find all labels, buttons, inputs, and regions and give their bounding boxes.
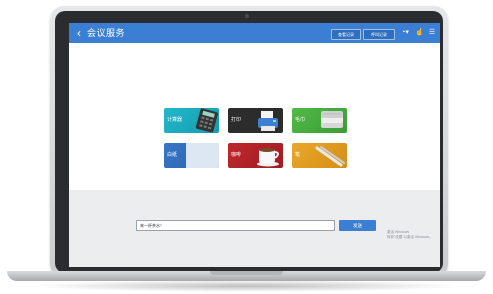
chevron-left-icon[interactable]: ‹: [73, 26, 85, 40]
service-label: 打印: [231, 117, 242, 123]
service-tile-calculator[interactable]: 计算器: [164, 108, 219, 133]
view-records-button[interactable]: 查看记录: [331, 29, 361, 40]
service-tile-pen[interactable]: 笔: [292, 143, 347, 168]
service-label: 毛巾: [295, 117, 306, 123]
touch-icon[interactable]: ☝: [415, 28, 424, 38]
screen: ‹ 会议服务 查看记录 呼叫记录 ◔▾ ☝ ☰ 计算器 打印 毛巾 白纸 咖啡 …: [69, 23, 440, 267]
calculator-icon: [195, 108, 218, 133]
coffee-cup-icon: [257, 148, 279, 167]
message-input[interactable]: 来一杯茶水！: [136, 220, 335, 231]
activation-hint-detail: 转到"设置"以激活 Windows。: [387, 235, 433, 239]
user-dropdown-icon[interactable]: ◔▾: [400, 28, 410, 38]
header-bar: ‹ 会议服务 查看记录 呼叫记录 ◔▾ ☝ ☰: [69, 23, 440, 43]
service-label: 白纸: [167, 152, 178, 158]
call-records-button[interactable]: 呼叫记录: [363, 29, 395, 40]
send-button[interactable]: 发送: [339, 220, 376, 231]
camera-icon: [245, 14, 249, 18]
page-title: 会议服务: [87, 28, 126, 38]
menu-icon[interactable]: ☰: [428, 28, 436, 38]
service-label: 计算器: [167, 117, 183, 123]
pen-icon: [315, 146, 345, 167]
service-tile-coffee[interactable]: 咖啡: [228, 143, 283, 168]
service-tile-towel[interactable]: 毛巾: [292, 108, 347, 133]
service-label: 咖啡: [231, 152, 242, 158]
towel-icon: [321, 111, 343, 128]
paper-icon: [186, 143, 219, 168]
service-label: 笔: [295, 152, 301, 158]
service-tile-paper[interactable]: 白纸: [164, 143, 219, 168]
service-tile-print[interactable]: 打印: [228, 108, 283, 133]
laptop-shadow: [30, 280, 463, 292]
laptop-base-notch: [210, 271, 283, 275]
services-panel: 计算器 打印 毛巾 白纸 咖啡 笔: [69, 43, 440, 190]
printer-icon: [258, 111, 278, 131]
